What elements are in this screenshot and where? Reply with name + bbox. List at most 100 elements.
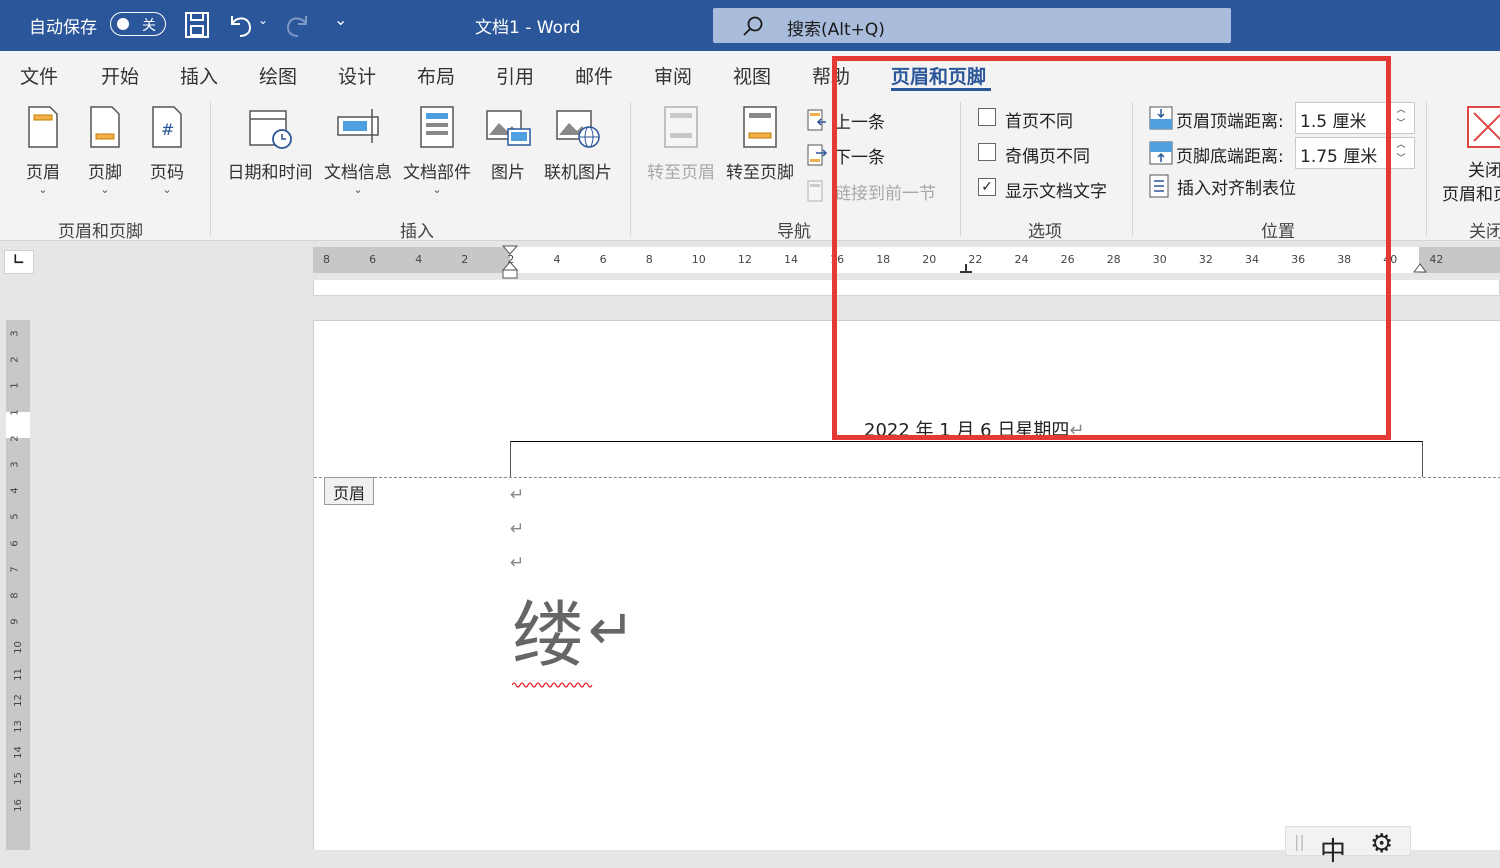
chevron-down-icon: ⌄ xyxy=(100,183,110,196)
header-tag: 页眉 xyxy=(324,477,375,505)
document-page[interactable]: 2022 年 1 月 6 日星期四↵ 页眉 ↵ ↵ ↵ 缕 ↵ || 中 ⚙ xyxy=(313,320,1500,867)
autosave-toggle[interactable]: 关 xyxy=(110,12,166,36)
search-icon xyxy=(743,16,763,36)
ruler-tick-label: 12 xyxy=(737,253,752,266)
tab-design[interactable]: 设计 xyxy=(338,62,376,89)
goto-footer-icon xyxy=(743,106,777,148)
goto-header-button: 转至页眉 xyxy=(644,105,718,183)
close-header-footer-button[interactable]: 关闭 页眉和页 xyxy=(1438,105,1500,211)
spin-up-icon[interactable]: ︿ xyxy=(1396,105,1405,115)
different-first-page-checkbox[interactable] xyxy=(978,108,996,126)
group-separator xyxy=(210,102,211,236)
spin-down-icon[interactable]: ﹀ xyxy=(1396,154,1405,164)
center-tab-stop-icon[interactable] xyxy=(958,262,974,276)
goto-header-label: 转至页眉 xyxy=(647,163,715,183)
document-title: 文档1 - Word xyxy=(475,18,581,38)
quick-parts-button[interactable]: 文档部件 ⌄ xyxy=(401,105,473,196)
search-box[interactable]: 搜索(Alt+Q) xyxy=(713,8,1231,43)
toggle-knob xyxy=(117,18,129,30)
tab-references[interactable]: 引用 xyxy=(496,62,534,89)
indent-marker-icon[interactable] xyxy=(501,244,519,280)
online-pictures-label: 联机图片 xyxy=(544,163,612,183)
right-indent-marker-icon[interactable] xyxy=(1412,262,1428,276)
online-pictures-button[interactable]: 联机图片 xyxy=(541,105,615,183)
header-date-text[interactable]: 2022 年 1 月 6 日星期四↵ xyxy=(864,416,1084,442)
quick-parts-label: 文档部件 xyxy=(403,163,471,183)
spin-up-icon[interactable]: ︿ xyxy=(1396,140,1405,150)
header-icon xyxy=(28,106,58,148)
tab-draw[interactable]: 绘图 xyxy=(259,62,297,89)
group-separator xyxy=(1426,102,1427,236)
ruler-tick-label: 2 xyxy=(461,253,469,266)
ime-toolbar[interactable]: || 中 ⚙ xyxy=(1285,826,1411,867)
footer-bottom-distance-spinner[interactable]: ︿ ﹀ xyxy=(1387,137,1415,169)
previous-page-edge xyxy=(313,280,1500,296)
tab-file[interactable]: 文件 xyxy=(20,62,58,89)
tab-home[interactable]: 开始 xyxy=(101,62,139,89)
date-time-button[interactable]: 日期和时间 xyxy=(225,105,315,183)
quick-parts-icon xyxy=(420,106,454,148)
footer-label: 页脚 xyxy=(88,163,122,183)
show-document-text-label: 显示文档文字 xyxy=(1005,182,1107,202)
header-button[interactable]: 页眉 ⌄ xyxy=(22,105,64,196)
document-info-button[interactable]: 文档信息 ⌄ xyxy=(322,105,394,196)
active-tab-indicator xyxy=(891,88,991,91)
footer-button[interactable]: 页脚 ⌄ xyxy=(84,105,126,196)
tab-header-footer[interactable]: 页眉和页脚 xyxy=(891,62,986,89)
vertical-ruler[interactable]: 3 2 1 1 2 3 4 5 6 7 8 9 10 11 12 13 14 15 16 xyxy=(6,320,30,850)
header-top-distance-input[interactable]: 1.5 厘米 xyxy=(1295,102,1387,134)
ruler-tick-label: 28 xyxy=(1106,253,1121,266)
close-label-1: 关闭 xyxy=(1468,161,1500,181)
group-label-close: 关闭 xyxy=(1469,222,1500,242)
next-button[interactable]: 下一条 xyxy=(806,143,946,169)
different-odd-even-checkbox[interactable] xyxy=(978,143,996,161)
ruler-tick-label: 38 xyxy=(1337,253,1352,266)
ribbon-tabs: 文件 开始 插入 绘图 设计 布局 引用 邮件 审阅 视图 帮助 页眉和页脚 xyxy=(0,51,1500,95)
save-icon[interactable] xyxy=(184,10,210,40)
tab-insert[interactable]: 插入 xyxy=(180,62,218,89)
ruler-tick-label: 1 xyxy=(9,408,21,416)
ruler-tick-label: 26 xyxy=(1060,253,1075,266)
undo-dropdown-icon[interactable]: ⌄ xyxy=(258,13,268,27)
customize-qat-icon[interactable]: ⌄ xyxy=(334,10,347,29)
different-first-page-label: 首页不同 xyxy=(1005,112,1073,132)
insert-alignment-tab-button[interactable]: 插入对齐制表位 xyxy=(1148,173,1348,199)
footer-icon xyxy=(90,106,120,148)
ruler-tick-label: 32 xyxy=(1198,253,1213,266)
tab-selector[interactable]: ∟ xyxy=(4,250,34,274)
tab-mailings[interactable]: 邮件 xyxy=(575,62,613,89)
horizontal-ruler[interactable]: 8 6 4 2 2 4 6 8 10 12 14 16 18 20 22 24 26 28 30 32 34 36 38 40… xyxy=(313,247,1500,273)
ruler-margin-left xyxy=(313,247,510,273)
ruler-tick-label: 5 xyxy=(9,513,21,521)
ruler-tick-label: 12 xyxy=(12,693,24,707)
online-picture-icon xyxy=(556,110,600,148)
ruler-tick-label: 6 xyxy=(599,253,607,266)
tab-view[interactable]: 视图 xyxy=(733,62,771,89)
tab-layout[interactable]: 布局 xyxy=(417,62,455,89)
pictures-button[interactable]: 图片 xyxy=(484,105,532,183)
header-top-distance-spinner[interactable]: ︿ ﹀ xyxy=(1387,102,1415,134)
ruler-tick-label: 24 xyxy=(1014,253,1029,266)
show-document-text-checkbox[interactable]: ✓ xyxy=(978,178,996,196)
next-icon xyxy=(807,144,828,166)
ruler-tick-label: 7 xyxy=(9,566,21,573)
chevron-down-icon: ⌄ xyxy=(353,183,363,196)
spin-down-icon[interactable]: ﹀ xyxy=(1396,119,1405,129)
autosave-label: 自动保存 xyxy=(29,18,97,38)
page-number-button[interactable]: # 页码 ⌄ xyxy=(146,105,188,196)
undo-icon[interactable] xyxy=(226,10,254,40)
footer-bottom-distance-icon xyxy=(1149,141,1173,165)
previous-button[interactable]: 上一条 xyxy=(806,108,946,134)
chevron-down-icon: ⌄ xyxy=(432,183,442,196)
group-label-navigation: 导航 xyxy=(777,222,811,242)
tab-help[interactable]: 帮助 xyxy=(812,62,850,89)
goto-footer-button[interactable]: 转至页脚 xyxy=(723,105,797,183)
gear-icon[interactable]: ⚙ xyxy=(1370,829,1393,859)
footer-bottom-distance-input[interactable]: 1.75 厘米 xyxy=(1295,137,1387,169)
ruler-tick-label: 2 xyxy=(9,356,21,363)
document-character[interactable]: 缕 xyxy=(512,599,584,671)
ruler-tick-label: 9 xyxy=(9,618,21,625)
link-to-previous-icon xyxy=(807,180,823,202)
tab-review[interactable]: 审阅 xyxy=(654,62,692,89)
ruler-tick-label: 10 xyxy=(12,641,24,655)
